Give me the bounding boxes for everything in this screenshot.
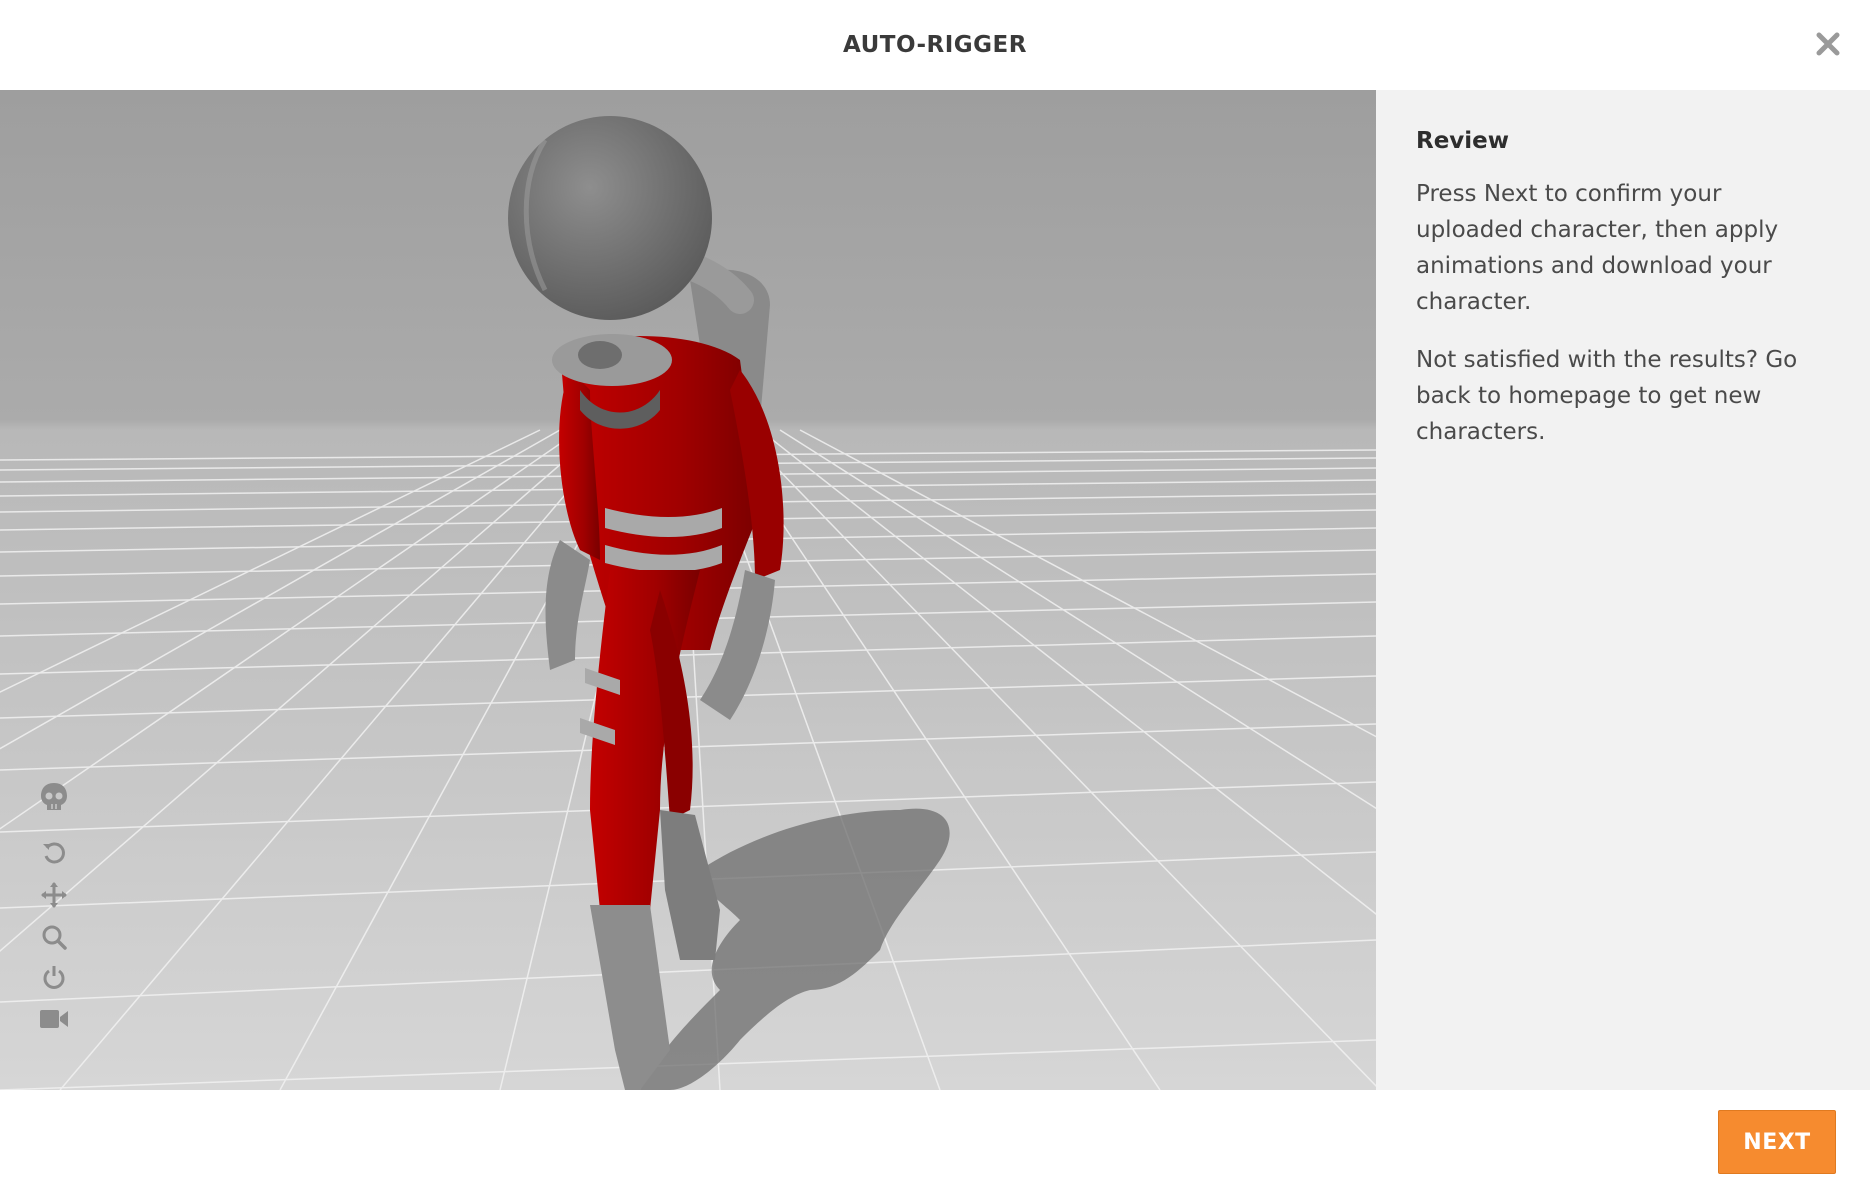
- reset-icon: [43, 842, 65, 864]
- zoom-icon: [42, 925, 67, 950]
- modal-footer: NEXT: [0, 1090, 1870, 1188]
- review-panel: Review Press Next to confirm your upload…: [1376, 90, 1870, 1090]
- skeleton-icon: [41, 783, 67, 810]
- close-icon: [1816, 32, 1840, 56]
- pan-button[interactable]: [36, 878, 72, 912]
- modal-header: AUTO-RIGGER: [0, 0, 1870, 90]
- pan-icon: [41, 882, 67, 908]
- review-retry-note: Not satisfied with the results? Go back …: [1416, 347, 1798, 445]
- reset-view-button[interactable]: [36, 836, 72, 870]
- review-heading: Review: [1416, 128, 1510, 154]
- character-viewport[interactable]: [0, 90, 1376, 1090]
- camera-button[interactable]: [36, 1002, 72, 1036]
- skeleton-toggle-button[interactable]: [36, 780, 72, 814]
- viewport-scene: [0, 90, 1376, 1090]
- modal-title: AUTO-RIGGER: [843, 32, 1027, 58]
- close-button[interactable]: [1810, 26, 1846, 62]
- review-instructions: Press Next to confirm your uploaded char…: [1416, 181, 1779, 315]
- power-button[interactable]: [36, 960, 72, 994]
- camera-icon: [40, 1010, 68, 1028]
- power-icon: [43, 966, 65, 989]
- zoom-button[interactable]: [36, 920, 72, 954]
- next-button[interactable]: NEXT: [1718, 1110, 1836, 1174]
